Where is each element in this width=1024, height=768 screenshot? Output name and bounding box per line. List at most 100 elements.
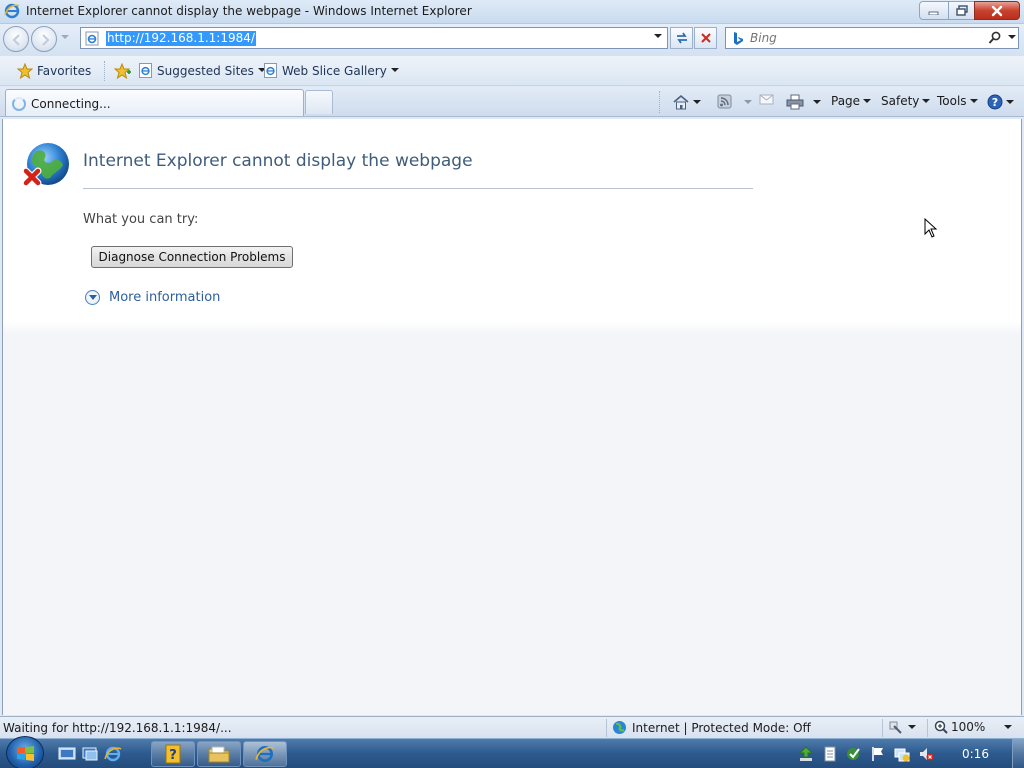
close-icon <box>991 5 1003 16</box>
favorites-button[interactable]: Favorites <box>17 63 91 79</box>
taskbar-ie-app[interactable] <box>243 741 287 767</box>
tab-connecting[interactable]: Connecting... <box>5 89 304 116</box>
chevron-down-icon <box>744 99 752 104</box>
show-desktop-icon[interactable] <box>58 746 76 762</box>
security-zone[interactable]: Internet | Protected Mode: Off <box>612 720 811 735</box>
back-button[interactable] <box>3 26 29 52</box>
diagnose-connection-button[interactable]: Diagnose Connection Problems <box>91 246 293 268</box>
zoom-label: 100% <box>951 720 986 734</box>
close-button[interactable] <box>974 1 1020 20</box>
web-slice-gallery-label: Web Slice Gallery <box>282 63 387 78</box>
document-icon[interactable] <box>822 746 838 762</box>
bing-icon <box>734 32 743 45</box>
more-information-label: More information <box>109 290 221 305</box>
page-menu[interactable]: Page <box>831 94 872 108</box>
new-tab-button[interactable] <box>305 90 333 114</box>
phishing-filter-button[interactable] <box>887 720 916 734</box>
help-icon: ? <box>987 94 1003 110</box>
feeds-button[interactable] <box>717 94 752 110</box>
refresh-icon <box>676 32 687 44</box>
tab-label: Connecting... <box>31 97 111 111</box>
address-bar[interactable]: http://192.168.1.1:1984/ <box>80 27 668 49</box>
read-mail-button[interactable] <box>759 94 775 106</box>
change-settings-icon <box>889 721 902 734</box>
svg-text:?: ? <box>992 96 998 109</box>
switch-windows-icon[interactable] <box>81 746 99 762</box>
stop-button[interactable] <box>694 27 717 49</box>
network-upload-icon[interactable] <box>798 746 814 762</box>
favorites-bar: Favorites Suggested Sites Web Slice Gall… <box>0 56 1024 86</box>
zoom-icon <box>934 720 948 734</box>
chevron-down-icon <box>969 98 978 103</box>
heading-divider <box>83 188 753 189</box>
back-icon <box>12 34 20 46</box>
volume-muted-icon[interactable] <box>918 746 934 762</box>
recent-pages-dropdown[interactable] <box>61 35 69 40</box>
search-input[interactable] <box>750 30 980 46</box>
security-check-icon[interactable] <box>846 746 862 762</box>
navigation-bar: http://192.168.1.1:1984/ <box>0 24 1024 56</box>
minimize-button[interactable] <box>919 1 949 20</box>
suggested-sites-label: Suggested Sites <box>157 63 254 78</box>
window-controls <box>919 1 1020 20</box>
title-bar: Internet Explorer cannot display the web… <box>0 0 1024 24</box>
more-information-link[interactable]: More information <box>85 290 220 305</box>
taskbar: ? 0:16 <box>0 736 1024 768</box>
chevron-down-icon <box>390 68 399 72</box>
status-text: Waiting for http://192.168.1.1:1984/... <box>3 721 232 735</box>
address-dropdown-icon[interactable] <box>654 34 662 39</box>
suggested-sites-button[interactable]: Suggested Sites <box>139 63 266 78</box>
action-center-flag-icon[interactable] <box>870 746 886 762</box>
network-icon[interactable] <box>894 746 910 762</box>
page-title: Internet Explorer cannot display the web… <box>83 151 473 171</box>
show-desktop-button[interactable] <box>1012 739 1024 768</box>
command-separator <box>659 91 660 113</box>
stop-icon <box>700 33 711 43</box>
forward-icon <box>42 34 50 46</box>
window-title: Internet Explorer cannot display the web… <box>26 4 472 18</box>
chevron-down-icon <box>693 99 701 104</box>
web-slice-gallery-button[interactable]: Web Slice Gallery <box>264 63 399 78</box>
search-icon[interactable] <box>988 31 1002 45</box>
status-separator <box>927 719 928 737</box>
refresh-button[interactable] <box>670 27 693 49</box>
clock[interactable]: 0:16 <box>962 747 989 761</box>
cursor-icon <box>924 218 938 238</box>
ie-icon <box>4 3 20 19</box>
taskbar-help-app[interactable]: ? <box>151 741 195 767</box>
print-button[interactable] <box>786 94 821 110</box>
chevron-down-icon <box>922 98 931 103</box>
help-book-icon: ? <box>165 744 181 764</box>
internet-zone-icon <box>613 721 626 734</box>
search-box[interactable] <box>725 27 1019 49</box>
start-button[interactable] <box>6 736 44 768</box>
chevron-down-icon <box>863 98 872 103</box>
taskbar-explorer-app[interactable] <box>197 741 241 767</box>
tools-menu-label: Tools <box>937 94 967 108</box>
zoom-level[interactable]: 100% <box>934 720 1013 734</box>
folder-icon <box>208 746 230 763</box>
help-menu[interactable]: ? <box>987 94 1014 110</box>
svg-text:?: ? <box>169 748 177 763</box>
ie-quicklaunch-icon[interactable] <box>104 746 122 762</box>
chevron-down-icon <box>1006 99 1014 104</box>
forward-button[interactable] <box>31 26 57 52</box>
tools-menu[interactable]: Tools <box>937 94 978 108</box>
home-icon <box>673 94 689 110</box>
home-button[interactable] <box>672 94 701 110</box>
favorites-separator <box>104 61 105 81</box>
restore-button[interactable] <box>948 1 975 20</box>
status-separator <box>882 719 883 737</box>
what-you-can-try-label: What you can try: <box>83 212 199 227</box>
safety-menu[interactable]: Safety <box>881 94 931 108</box>
search-dropdown-icon[interactable] <box>1008 35 1016 40</box>
zone-label: Internet | Protected Mode: Off <box>632 720 811 735</box>
favorites-star-icon <box>17 63 33 79</box>
add-to-favorites-bar-button[interactable] <box>114 63 132 79</box>
address-url[interactable]: http://192.168.1.1:1984/ <box>106 31 256 46</box>
globe-error-icon <box>23 143 69 187</box>
loading-spinner-icon <box>12 97 26 111</box>
page-content: Internet Explorer cannot display the web… <box>2 119 1022 715</box>
page-icon <box>85 31 99 46</box>
expand-icon <box>85 290 100 305</box>
